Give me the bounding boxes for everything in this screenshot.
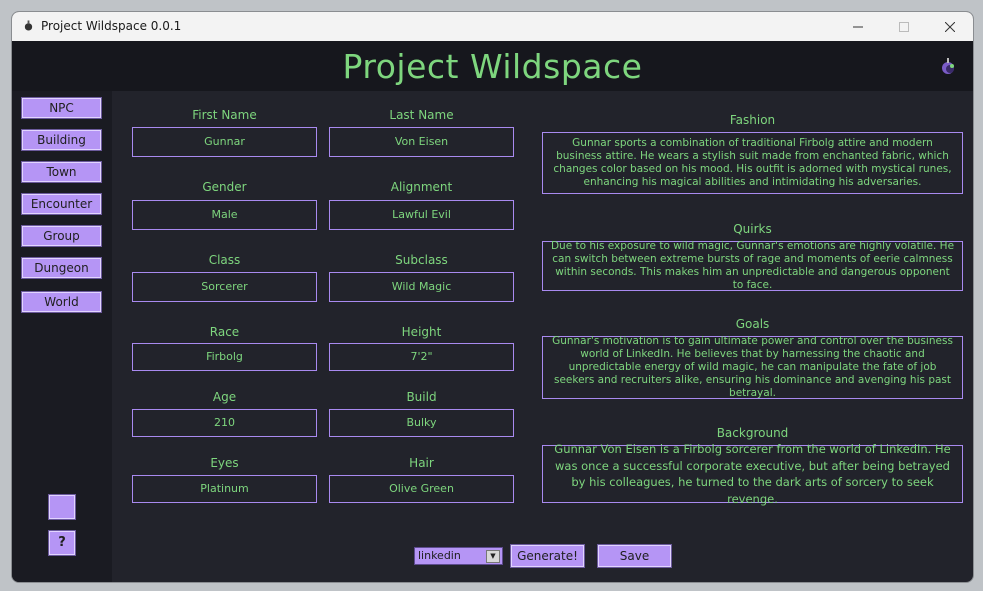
app-title: Project Wildspace: [342, 46, 643, 86]
eyes-input[interactable]: Platinum: [132, 475, 317, 503]
fashion-textbox[interactable]: Gunnar sports a combination of tradition…: [542, 132, 963, 194]
generate-button[interactable]: Generate!: [510, 544, 585, 568]
hair-input[interactable]: Olive Green: [329, 475, 514, 503]
minimize-icon: [853, 26, 863, 27]
sidebar-item-world[interactable]: World: [21, 291, 102, 313]
sidebar-item-building[interactable]: Building: [21, 129, 102, 151]
close-icon: [945, 21, 955, 32]
background-label: Background: [716, 426, 789, 440]
window-title: Project Wildspace 0.0.1: [41, 19, 182, 33]
class-input[interactable]: Sorcerer: [132, 272, 317, 302]
age-label: Age: [212, 390, 237, 404]
build-input[interactable]: Bulky: [329, 409, 514, 437]
app-window: Project Wildspace 0.0.1 Project Wildspac…: [11, 11, 974, 583]
race-input[interactable]: Firbolg: [132, 343, 317, 371]
class-label: Class: [208, 253, 241, 267]
quirks-textbox[interactable]: Due to his exposure to wild magic, Gunna…: [542, 240, 963, 291]
goals-textbox[interactable]: Gunnar's motivation is to gain ultimate …: [542, 335, 963, 399]
hair-label: Hair: [409, 456, 434, 470]
source-dropdown[interactable]: linkedin ▼: [414, 547, 503, 565]
quirks-label: Quirks: [733, 222, 772, 236]
height-label: Height: [401, 325, 442, 339]
sidebar-item-encounter[interactable]: Encounter: [21, 193, 102, 215]
first-name-input[interactable]: Gunnar: [132, 127, 317, 157]
subclass-input[interactable]: Wild Magic: [329, 272, 514, 302]
title-bar: Project Wildspace 0.0.1: [12, 12, 973, 41]
background-textbox[interactable]: Gunnar Von Eisen is a Firbolg sorcerer f…: [542, 442, 963, 506]
sidebar-item-dungeon[interactable]: Dungeon: [21, 257, 102, 279]
last-name-label: Last Name: [389, 108, 454, 122]
theme-toggle-icon[interactable]: [939, 57, 957, 75]
goals-label: Goals: [735, 317, 770, 331]
save-button[interactable]: Save: [597, 544, 672, 568]
gender-input[interactable]: Male: [132, 200, 317, 230]
sidebar-item-town[interactable]: Town: [21, 161, 102, 183]
dropdown-value: linkedin: [418, 549, 461, 562]
race-label: Race: [209, 325, 240, 339]
fashion-label: Fashion: [729, 113, 776, 127]
gender-label: Gender: [202, 180, 247, 194]
height-input[interactable]: 7'2": [329, 343, 514, 371]
help-button[interactable]: ?: [48, 530, 76, 556]
build-label: Build: [406, 390, 437, 404]
first-name-label: First Name: [192, 108, 257, 122]
subclass-label: Subclass: [395, 253, 448, 267]
maximize-icon: [899, 21, 909, 32]
minimize-button[interactable]: [835, 12, 881, 41]
close-button[interactable]: [927, 12, 973, 41]
eyes-label: Eyes: [210, 456, 239, 470]
last-name-input[interactable]: Von Eisen: [329, 127, 514, 157]
age-input[interactable]: 210: [132, 409, 317, 437]
chevron-down-icon[interactable]: ▼: [486, 550, 500, 563]
alignment-input[interactable]: Lawful Evil: [329, 200, 514, 230]
blank-button[interactable]: [48, 494, 76, 520]
alignment-label: Alignment: [390, 180, 453, 194]
app-icon: [24, 20, 33, 31]
app-header: Project Wildspace: [12, 41, 973, 91]
sidebar: NPC Building Town Encounter Group Dungeo…: [12, 91, 112, 582]
sidebar-item-group[interactable]: Group: [21, 225, 102, 247]
sidebar-item-npc[interactable]: NPC: [21, 97, 102, 119]
maximize-button[interactable]: [881, 12, 927, 41]
